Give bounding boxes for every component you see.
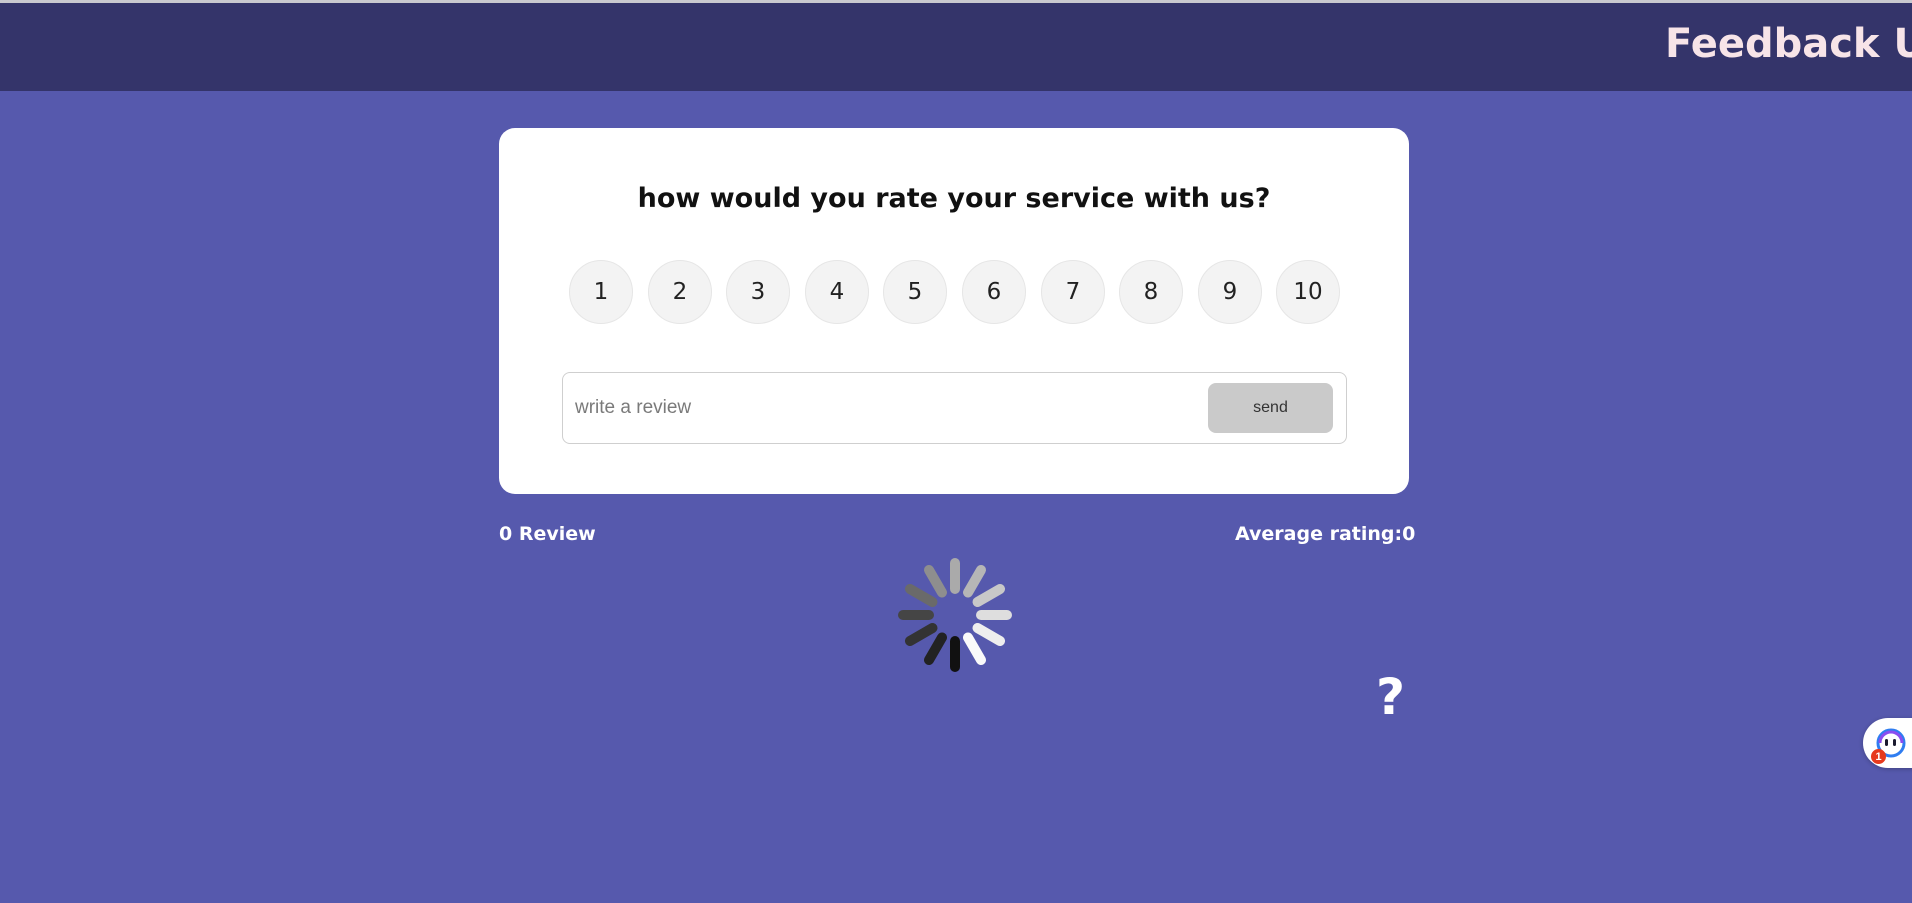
notification-badge: 1 (1871, 749, 1886, 764)
rating-option-5[interactable]: 5 (883, 260, 947, 324)
app-header: Feedback UI (0, 3, 1912, 91)
average-rating: Average rating:0 (1235, 523, 1416, 545)
rating-option-6[interactable]: 6 (962, 260, 1026, 324)
rating-option-9[interactable]: 9 (1198, 260, 1262, 324)
rating-option-8[interactable]: 8 (1119, 260, 1183, 324)
rating-option-10[interactable]: 10 (1276, 260, 1340, 324)
app-title: Feedback UI (1665, 21, 1912, 67)
rating-option-4[interactable]: 4 (805, 260, 869, 324)
rating-option-3[interactable]: 3 (726, 260, 790, 324)
help-icon[interactable]: ? (1376, 668, 1405, 726)
rating-question: how would you rate your service with us? (637, 183, 1271, 214)
rating-option-2[interactable]: 2 (648, 260, 712, 324)
rating-option-7[interactable]: 7 (1041, 260, 1105, 324)
review-form: send (562, 372, 1347, 444)
review-count: 0 Review (499, 523, 596, 545)
assistant-widget-button[interactable]: 1 (1863, 718, 1912, 768)
rating-option-1[interactable]: 1 (569, 260, 633, 324)
rating-options: 1 2 3 4 5 6 7 8 9 10 (569, 260, 1359, 324)
loading-spinner-icon (898, 558, 1012, 672)
review-input[interactable] (575, 391, 1175, 425)
feedback-card: how would you rate your service with us?… (499, 128, 1409, 494)
send-button[interactable]: send (1208, 383, 1333, 433)
